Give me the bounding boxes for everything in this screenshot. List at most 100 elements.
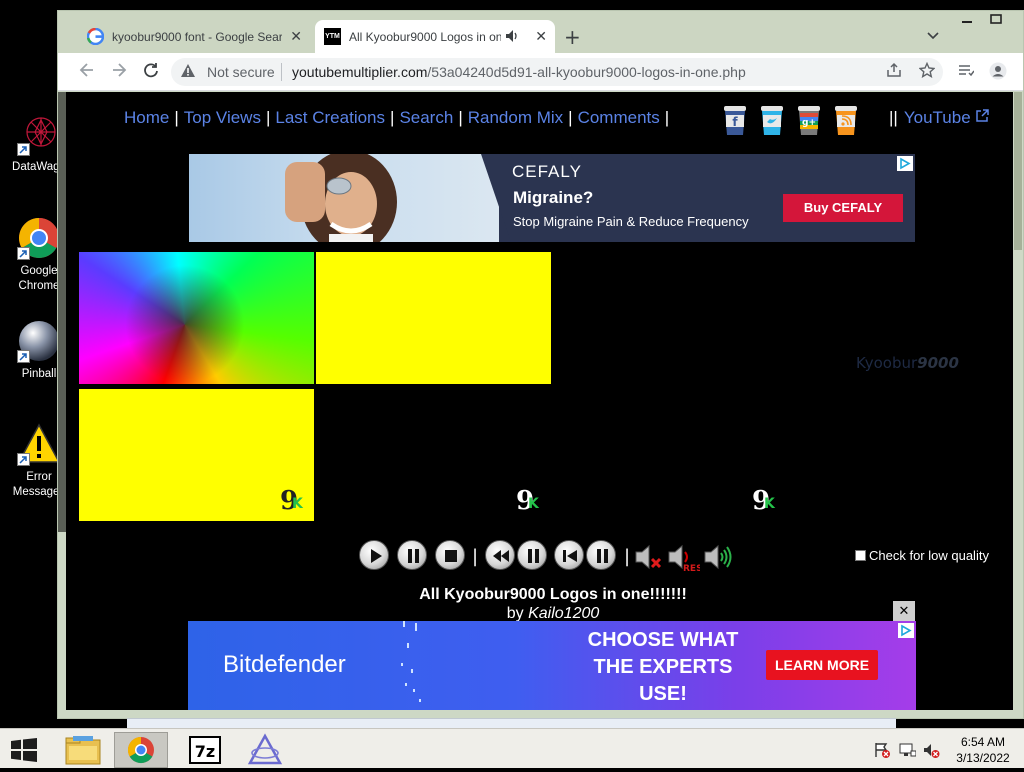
low-quality-checkbox[interactable] [855, 550, 866, 561]
forward-arrow-icon[interactable] [110, 61, 128, 84]
windows-start-icon[interactable] [10, 738, 38, 762]
tab-title: kyoobur9000 font - Google Sear [112, 30, 282, 44]
kyoobur-word: Kyoobur [856, 354, 918, 372]
buy-cefaly-button[interactable]: Buy CEFALY [783, 194, 903, 222]
ad-headline: Migraine? [513, 188, 594, 207]
warning-triangle-icon[interactable] [180, 63, 196, 79]
network-icon[interactable] [898, 741, 917, 763]
restore-icon[interactable] [990, 13, 1002, 29]
reload-icon[interactable] [142, 61, 160, 84]
app-icon[interactable] [238, 732, 292, 768]
chrome-taskbar-icon[interactable] [114, 732, 168, 768]
nav-separator: | [390, 108, 395, 127]
nav-random-mix[interactable]: Random Mix [468, 108, 563, 127]
video-title: All Kyoobur9000 Logos in one!!!!!!! [419, 586, 687, 603]
bitdefender-logo: Bitdefender [223, 651, 346, 678]
reading-list-icon[interactable] [958, 62, 975, 82]
nine-k-logo: 9K [280, 486, 303, 516]
new-tab-button[interactable]: + [564, 25, 581, 49]
res-speaker-icon[interactable]: RES [666, 542, 703, 574]
skip-back-button[interactable] [554, 540, 584, 570]
close-tab-icon[interactable]: ✕ [290, 28, 302, 45]
minimize-icon[interactable] [961, 13, 973, 29]
nav-comments[interactable]: Comments [578, 108, 660, 127]
youtube-link[interactable]: || YouTube [889, 108, 990, 128]
shortcut-arrow-icon [17, 453, 30, 466]
nav-separator: | [174, 108, 179, 127]
mute-icon[interactable] [633, 542, 665, 572]
clock-date: 3/13/2022 [956, 751, 1010, 765]
video-cell-rainbow[interactable] [79, 252, 314, 384]
pinball-icon [17, 319, 61, 363]
k-glyph: K [292, 496, 303, 512]
system-clock[interactable]: 6:54 AM 3/13/2022 [950, 734, 1016, 766]
clock-time: 6:54 AM [960, 735, 1006, 749]
kyoobur-logo-text: Kyoobur9000 [856, 354, 959, 372]
rewind-button[interactable] [485, 540, 515, 570]
cefaly-ad[interactable]: CEFALY Migraine? Stop Migraine Pain & Re… [189, 154, 915, 242]
bitdefender-ad[interactable]: Bitdefender CHOOSE WHAT THE EXPERTS USE!… [188, 621, 916, 710]
stop-button[interactable] [435, 540, 465, 570]
low-quality-label: Check for low quality [869, 548, 989, 563]
warning-icon [17, 422, 61, 466]
res-label: RES [683, 564, 700, 572]
bookmark-star-icon[interactable] [918, 61, 936, 82]
close-ad-button[interactable]: ✕ [893, 601, 915, 621]
pause-secondary-button[interactable] [586, 540, 616, 570]
chrome-window: kyoobur9000 font - Google Sear ✕ YTM All… [57, 10, 1024, 719]
share-icon[interactable] [886, 62, 902, 82]
tab-kyoobur-logos[interactable]: YTM All Kyoobur9000 Logos in on ✕ [315, 20, 555, 53]
low-quality-option[interactable]: Check for low quality [855, 548, 989, 563]
scrollbar-thumb[interactable] [1014, 92, 1022, 250]
ad-brand: CEFALY [512, 162, 582, 181]
volume-muted-icon[interactable] [922, 741, 940, 763]
video-author-link[interactable]: Kailo1200 [528, 605, 599, 622]
flag-icon[interactable] [873, 741, 891, 763]
site: Home | Top Views | Last Creations | Search | Ran… [79, 92, 1014, 710]
adchoices-icon[interactable] [897, 156, 913, 171]
learn-more-button[interactable]: LEARN MORE [766, 650, 878, 680]
video-cell-yellow-2[interactable] [79, 389, 314, 521]
nav-separator: | [265, 108, 271, 127]
controls-separator: | [624, 546, 631, 567]
video-cell-yellow-1[interactable] [316, 252, 551, 384]
background-window-edge [127, 718, 896, 728]
close-tab-icon[interactable]: ✕ [535, 28, 547, 45]
tab-search-chevron-icon[interactable] [927, 29, 939, 43]
url-text[interactable]: youtubemultiplier.com/53a04240d5d91-all-… [292, 64, 746, 80]
tab-google-search[interactable]: kyoobur9000 font - Google Sear ✕ [78, 20, 310, 53]
tab-strip: kyoobur9000 font - Google Sear ✕ YTM All… [58, 11, 1023, 53]
nav-last-creations[interactable]: Last Creations [275, 108, 385, 127]
file-explorer-icon[interactable] [57, 732, 111, 768]
ytm-icon: YTM [324, 28, 341, 45]
nav-separator: | [664, 108, 670, 127]
svg-text:g+: g+ [802, 118, 816, 128]
7zip-icon[interactable]: 7z [178, 732, 232, 768]
nav-separator: | [568, 108, 573, 127]
facebook-cup-icon[interactable]: f [723, 104, 747, 136]
pause-all-button[interactable] [517, 540, 547, 570]
k-glyph: K [764, 496, 775, 512]
profile-avatar-icon[interactable] [989, 62, 1007, 84]
address-bar[interactable]: Not secure youtubemultiplier.com/53a0424… [171, 58, 943, 86]
play-button[interactable] [359, 540, 389, 570]
nav-top-views[interactable]: Top Views [184, 108, 261, 127]
googleplus-cup-icon[interactable]: g+ [797, 104, 821, 136]
nav-home[interactable]: Home [124, 108, 169, 127]
pause-button[interactable] [397, 540, 427, 570]
page-scrollbar[interactable] [1013, 92, 1023, 710]
svg-text:f: f [732, 115, 738, 129]
byline-prefix: by [506, 605, 524, 622]
adchoices-icon[interactable] [898, 623, 914, 638]
rss-cup-icon[interactable] [834, 104, 858, 136]
security-label[interactable]: Not secure [207, 64, 275, 80]
nav-search[interactable]: Search [399, 108, 453, 127]
audio-playing-icon[interactable] [505, 29, 519, 46]
ad-divider [481, 154, 511, 242]
twitter-cup-icon[interactable] [760, 104, 784, 136]
back-arrow-icon[interactable] [78, 61, 96, 84]
site-nav: Home | Top Views | Last Creations | Search | Ran… [124, 108, 674, 128]
k-glyph: K [528, 496, 539, 512]
volume-icon[interactable] [702, 542, 734, 572]
shortcut-arrow-icon [17, 143, 30, 156]
